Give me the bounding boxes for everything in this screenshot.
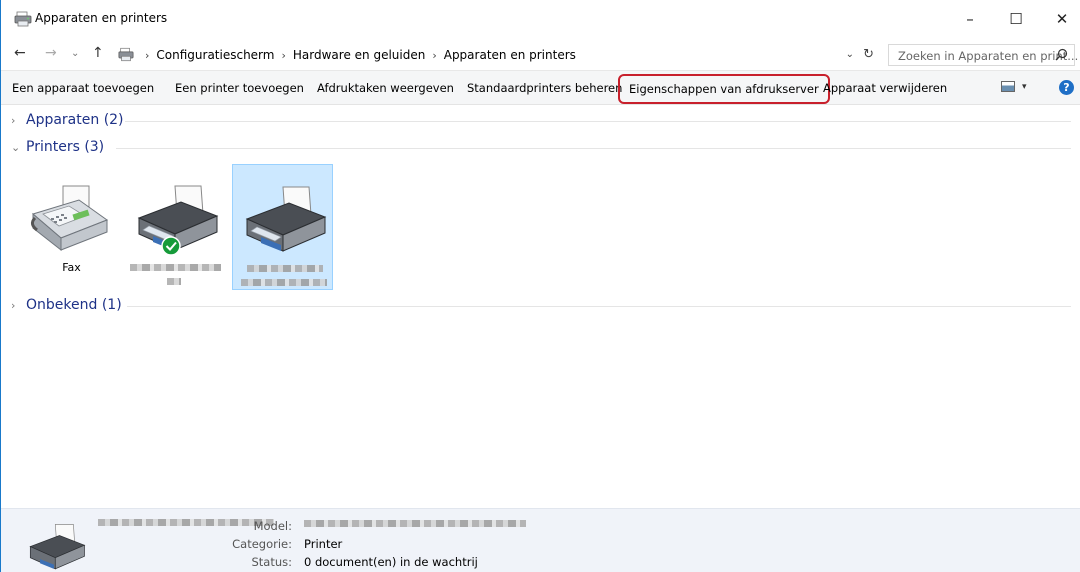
forward-button[interactable]: → bbox=[45, 45, 57, 61]
group-title-devices[interactable]: Apparaten (2) bbox=[26, 112, 124, 128]
group-title-unknown[interactable]: Onbekend (1) bbox=[26, 297, 122, 313]
breadcrumb-control-panel[interactable]: Configuratiescherm bbox=[156, 48, 274, 62]
group-divider bbox=[125, 121, 1071, 122]
search-placeholder: Zoeken in Apparaten en print... bbox=[898, 49, 1079, 63]
collapse-chevron-icon[interactable]: ⌄ bbox=[11, 141, 20, 154]
group-unknown[interactable]: › Onbekend (1) bbox=[11, 297, 1071, 317]
address-history-dropdown[interactable]: ⌄ bbox=[846, 49, 854, 60]
expand-chevron-icon[interactable]: › bbox=[11, 299, 15, 312]
print-server-properties-button[interactable]: Eigenschappen van afdrukserver bbox=[618, 74, 830, 104]
redacted-printer-name bbox=[130, 264, 221, 271]
devices-printers-icon bbox=[118, 47, 134, 62]
category-value: Printer bbox=[304, 537, 343, 551]
change-view-icon[interactable] bbox=[1001, 81, 1015, 92]
breadcrumb-hardware-sound[interactable]: Hardware en geluiden bbox=[293, 48, 425, 62]
group-title-printers[interactable]: Printers (3) bbox=[26, 139, 104, 155]
devices-and-printers-window: Apparaten en printers – ☐ ✕ ← → ⌄ ↑ › Co… bbox=[0, 0, 1080, 572]
manage-default-printers-button[interactable]: Standaardprinters beheren bbox=[467, 81, 622, 95]
view-options-dropdown[interactable]: ▾ bbox=[1022, 82, 1027, 92]
device-printer-selected[interactable] bbox=[232, 164, 333, 290]
title-bar: Apparaten en printers – ☐ ✕ bbox=[1, 0, 1080, 38]
add-printer-button[interactable]: Een printer toevoegen bbox=[175, 81, 304, 95]
redacted-printer-name bbox=[247, 265, 323, 272]
fax-icon bbox=[30, 185, 109, 252]
redacted-printer-name bbox=[167, 278, 181, 285]
command-bar: Een apparaat toevoegen Een printer toevo… bbox=[1, 70, 1080, 105]
close-button[interactable]: ✕ bbox=[1039, 6, 1080, 32]
category-label: Categorie: bbox=[232, 537, 292, 551]
breadcrumb-devices-printers[interactable]: Apparaten en printers bbox=[444, 48, 576, 62]
address-row: ← → ⌄ ↑ › Configuratiescherm › Hardware … bbox=[1, 38, 1080, 70]
group-devices[interactable]: › Apparaten (2) bbox=[11, 112, 1071, 132]
default-check-icon bbox=[161, 236, 181, 256]
device-printer-default[interactable] bbox=[125, 164, 226, 290]
model-label: Model: bbox=[253, 519, 292, 533]
device-label: Fax bbox=[62, 261, 81, 274]
remove-device-button[interactable]: Apparaat verwijderen bbox=[823, 81, 947, 95]
status-value: 0 document(en) in de wachtrij bbox=[304, 555, 478, 569]
refresh-icon[interactable]: ↻ bbox=[863, 47, 874, 62]
group-divider bbox=[116, 148, 1071, 149]
minimize-button[interactable]: – bbox=[947, 6, 993, 32]
printer-icon bbox=[245, 186, 327, 252]
view-print-jobs-button[interactable]: Afdruktaken weergeven bbox=[317, 81, 454, 95]
breadcrumb-separator: › bbox=[432, 48, 437, 62]
redacted-model-value bbox=[304, 520, 526, 527]
help-icon[interactable]: ? bbox=[1059, 80, 1074, 95]
group-divider bbox=[127, 306, 1071, 307]
up-button[interactable]: ↑ bbox=[92, 45, 104, 61]
printer-icon bbox=[137, 185, 219, 256]
back-button[interactable]: ← bbox=[14, 45, 26, 61]
window-title: Apparaten en printers bbox=[35, 11, 168, 25]
breadcrumb-separator: › bbox=[145, 48, 150, 62]
printer-icon bbox=[29, 524, 86, 570]
add-device-button[interactable]: Een apparaat toevoegen bbox=[12, 81, 154, 95]
breadcrumb: › Configuratiescherm › Hardware en gelui… bbox=[138, 48, 576, 62]
devices-printers-icon bbox=[14, 11, 32, 27]
details-pane: Model: Categorie: Printer Status: 0 docu… bbox=[1, 508, 1080, 572]
search-input[interactable]: Zoeken in Apparaten en print... bbox=[888, 44, 1079, 66]
search-icon[interactable] bbox=[1055, 48, 1068, 61]
group-printers[interactable]: ⌄ Printers (3) bbox=[11, 139, 1071, 159]
device-fax[interactable]: Fax bbox=[21, 164, 122, 290]
address-bar[interactable]: › Configuratiescherm › Hardware en gelui… bbox=[111, 44, 879, 66]
maximize-button[interactable]: ☐ bbox=[993, 6, 1039, 32]
recent-locations-button[interactable]: ⌄ bbox=[71, 48, 79, 59]
status-label: Status: bbox=[251, 555, 292, 569]
breadcrumb-separator: › bbox=[281, 48, 286, 62]
redacted-printer-name bbox=[241, 279, 327, 286]
expand-chevron-icon[interactable]: › bbox=[11, 114, 15, 127]
